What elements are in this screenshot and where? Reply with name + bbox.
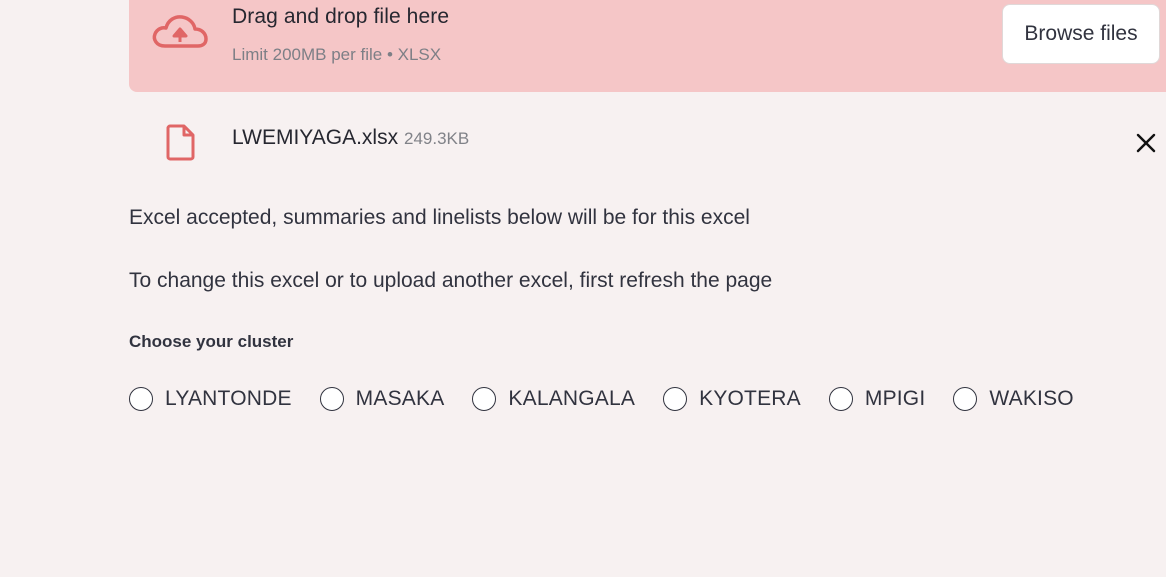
excel-accepted-message: Excel accepted, summaries and linelists … bbox=[129, 206, 750, 229]
radio-option-lyantonde[interactable]: LYANTONDE bbox=[129, 387, 292, 411]
file-dropzone[interactable]: Drag and drop file here Limit 200MB per … bbox=[129, 0, 1166, 92]
radio-option-label: LYANTONDE bbox=[165, 387, 292, 410]
app-page: Drag and drop file here Limit 200MB per … bbox=[0, 0, 1166, 577]
browse-files-button[interactable]: Browse files bbox=[1002, 4, 1160, 64]
radio-button[interactable] bbox=[129, 387, 153, 411]
radio-button[interactable] bbox=[663, 387, 688, 411]
radio-option-kyotera[interactable]: KYOTERA bbox=[663, 387, 801, 411]
radio-option-label: KALANGALA bbox=[508, 387, 636, 410]
dropzone-limit-text: Limit 200MB per file • XLSX bbox=[232, 45, 442, 64]
radio-option-masaka[interactable]: MASAKA bbox=[319, 387, 445, 411]
cluster-radio-group: LYANTONDE MASAKA KALANGALA KYOTERA MPIGI… bbox=[129, 384, 1102, 414]
radio-button[interactable] bbox=[953, 387, 978, 411]
radio-option-label: WAKISO bbox=[989, 387, 1074, 410]
radio-button[interactable] bbox=[828, 387, 853, 411]
radio-option-label: MPIGI bbox=[864, 387, 926, 410]
radio-option-kalangala[interactable]: KALANGALA bbox=[472, 387, 635, 411]
file-icon bbox=[165, 123, 197, 161]
uploaded-file-name: LWEMIYAGA.xlsx bbox=[232, 126, 399, 149]
radio-option-label: KYOTERA bbox=[699, 387, 801, 410]
uploaded-file-row: LWEMIYAGA.xlsx 249.3KB bbox=[129, 112, 1166, 170]
dropzone-title: Drag and drop file here bbox=[232, 5, 450, 28]
radio-option-mpigi[interactable]: MPIGI bbox=[828, 387, 926, 411]
refresh-instruction-message: To change this excel or to upload anothe… bbox=[129, 269, 773, 292]
radio-button[interactable] bbox=[319, 387, 344, 411]
radio-option-label: MASAKA bbox=[355, 387, 445, 410]
close-icon[interactable] bbox=[1132, 129, 1160, 157]
cluster-radio-label: Choose your cluster bbox=[129, 332, 294, 351]
uploaded-file-size: 249.3KB bbox=[404, 129, 470, 148]
cloud-upload-icon bbox=[151, 12, 209, 54]
radio-option-wakiso[interactable]: WAKISO bbox=[953, 387, 1074, 411]
radio-button[interactable] bbox=[472, 387, 497, 411]
